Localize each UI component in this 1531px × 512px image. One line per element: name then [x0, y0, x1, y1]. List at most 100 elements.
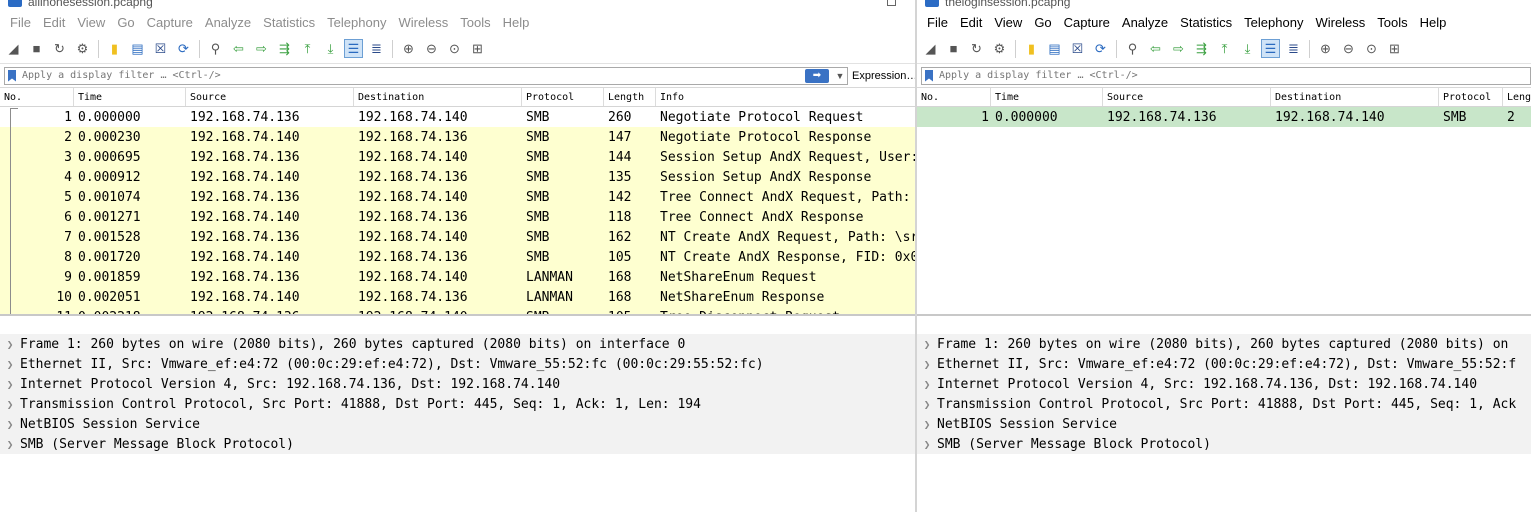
packet-row[interactable]: 2 0.000230 192.168.74.140 192.168.74.136 SMB… [0, 127, 916, 147]
restart-icon[interactable]: ↻ [967, 39, 986, 58]
menu-analyze[interactable]: Analyze [1116, 15, 1174, 30]
menu-view[interactable]: View [988, 15, 1028, 30]
packet-row[interactable]: 10 0.002051 192.168.74.140 192.168.74.136 LA… [0, 287, 916, 307]
save-file-icon[interactable]: ▤ [1045, 39, 1064, 58]
shark-fin-icon[interactable]: ◢ [921, 39, 940, 58]
detail-tree-item[interactable]: ❯ Transmission Control Protocol, Src Port… [0, 394, 916, 414]
options-gear-icon[interactable]: ⚙ [990, 39, 1009, 58]
menu-capture[interactable]: Capture [1058, 15, 1116, 30]
menu-help[interactable]: Help [497, 15, 536, 30]
zoom-in-icon[interactable]: ⊕ [1316, 39, 1335, 58]
menu-file[interactable]: File [921, 15, 954, 30]
reload-icon[interactable]: ⟳ [1091, 39, 1110, 58]
bookmark-icon[interactable] [925, 69, 933, 82]
normal-size-icon[interactable]: ⊙ [445, 39, 464, 58]
zoom-in-icon[interactable]: ⊕ [399, 39, 418, 58]
column-header[interactable]: Info [656, 88, 916, 106]
forward-icon[interactable]: ⇨ [252, 39, 271, 58]
go-to-packet-icon[interactable]: ⇶ [275, 39, 294, 58]
column-header[interactable]: Destination [1271, 88, 1439, 106]
column-header[interactable]: Destination [354, 88, 522, 106]
detail-tree-item[interactable]: ❯ SMB (Server Message Block Protocol) [917, 434, 1531, 454]
chevron-right-icon[interactable]: ❯ [917, 358, 937, 371]
detail-tree-item[interactable]: ❯ NetBIOS Session Service [0, 414, 916, 434]
stop-icon[interactable]: ■ [27, 39, 46, 58]
back-icon[interactable]: ⇦ [1146, 39, 1165, 58]
close-file-icon[interactable]: ☒ [151, 39, 170, 58]
packet-row[interactable]: 5 0.001074 192.168.74.136 192.168.74.140 SMB… [0, 187, 916, 207]
find-icon[interactable]: ⚲ [206, 39, 225, 58]
detail-tree-item[interactable]: ❯ Internet Protocol Version 4, Src: 192.1… [917, 374, 1531, 394]
zoom-out-icon[interactable]: ⊖ [422, 39, 441, 58]
menu-tools[interactable]: Tools [1371, 15, 1413, 30]
column-header[interactable]: Time [991, 88, 1103, 106]
open-file-icon[interactable]: ▮ [105, 39, 124, 58]
first-packet-icon[interactable]: ⤒ [298, 39, 317, 58]
chevron-right-icon[interactable]: ❯ [0, 378, 20, 391]
shark-fin-icon[interactable]: ◢ [4, 39, 23, 58]
menu-statistics[interactable]: Statistics [1174, 15, 1238, 30]
find-icon[interactable]: ⚲ [1123, 39, 1142, 58]
detail-tree-item[interactable]: ❯ Internet Protocol Version 4, Src: 192.1… [0, 374, 916, 394]
menu-go[interactable]: Go [1028, 15, 1057, 30]
back-icon[interactable]: ⇦ [229, 39, 248, 58]
menu-statistics[interactable]: Statistics [257, 15, 321, 30]
last-packet-icon[interactable]: ⤓ [1238, 39, 1257, 58]
menu-view[interactable]: View [71, 15, 111, 30]
packet-row[interactable]: 1 0.000000 192.168.74.136 192.168.74.140 SMB… [917, 107, 1531, 127]
detail-tree-item[interactable]: ❯ Transmission Control Protocol, Src Port… [917, 394, 1531, 414]
expression-button[interactable]: Expression… [848, 70, 916, 82]
chevron-right-icon[interactable]: ❯ [917, 418, 937, 431]
chevron-right-icon[interactable]: ❯ [0, 398, 20, 411]
detail-tree-item[interactable]: ❯ Frame 1: 260 bytes on wire (2080 bits),… [0, 334, 916, 354]
detail-tree-item[interactable]: ❯ Ethernet II, Src: Vmware_ef:e4:72 (00:0… [0, 354, 916, 374]
menu-telephony[interactable]: Telephony [321, 15, 392, 30]
menu-help[interactable]: Help [1414, 15, 1453, 30]
column-header[interactable]: Length [604, 88, 656, 106]
column-header[interactable]: Source [186, 88, 354, 106]
bookmark-icon[interactable] [8, 69, 16, 82]
stop-icon[interactable]: ■ [944, 39, 963, 58]
chevron-right-icon[interactable]: ❯ [0, 358, 20, 371]
menu-tools[interactable]: Tools [454, 15, 496, 30]
chevron-right-icon[interactable]: ❯ [0, 338, 20, 351]
close-file-icon[interactable]: ☒ [1068, 39, 1087, 58]
chevron-right-icon[interactable]: ❯ [0, 418, 20, 431]
filter-history-dropdown-icon[interactable]: ▼ [833, 71, 847, 81]
go-to-packet-icon[interactable]: ⇶ [1192, 39, 1211, 58]
normal-size-icon[interactable]: ⊙ [1362, 39, 1381, 58]
chevron-right-icon[interactable]: ❯ [917, 338, 937, 351]
packet-row[interactable]: 8 0.001720 192.168.74.140 192.168.74.136 SMB… [0, 247, 916, 267]
colorize-icon[interactable]: ≣ [1284, 39, 1303, 58]
resize-columns-icon[interactable]: ⊞ [468, 39, 487, 58]
column-header[interactable]: Protocol [1439, 88, 1503, 106]
display-filter-input[interactable] [939, 67, 1530, 84]
column-header[interactable]: Protocol [522, 88, 604, 106]
detail-tree-item[interactable]: ❯ Frame 1: 260 bytes on wire (2080 bits),… [917, 334, 1531, 354]
autoscroll-icon[interactable]: ☰ [1261, 39, 1280, 58]
menu-file[interactable]: File [4, 15, 37, 30]
menu-edit[interactable]: Edit [954, 15, 988, 30]
restart-icon[interactable]: ↻ [50, 39, 69, 58]
chevron-right-icon[interactable]: ❯ [917, 378, 937, 391]
last-packet-icon[interactable]: ⤓ [321, 39, 340, 58]
detail-tree-item[interactable]: ❯ Ethernet II, Src: Vmware_ef:e4:72 (00:0… [917, 354, 1531, 374]
detail-tree-item[interactable]: ❯ NetBIOS Session Service [917, 414, 1531, 434]
resize-columns-icon[interactable]: ⊞ [1385, 39, 1404, 58]
packet-row[interactable]: 7 0.001528 192.168.74.136 192.168.74.140 SMB… [0, 227, 916, 247]
forward-icon[interactable]: ⇨ [1169, 39, 1188, 58]
packet-row[interactable]: 6 0.001271 192.168.74.140 192.168.74.136 SMB… [0, 207, 916, 227]
menu-capture[interactable]: Capture [141, 15, 199, 30]
autoscroll-icon[interactable]: ☰ [344, 39, 363, 58]
reload-icon[interactable]: ⟳ [174, 39, 193, 58]
column-header[interactable]: Time [74, 88, 186, 106]
options-gear-icon[interactable]: ⚙ [73, 39, 92, 58]
column-header[interactable]: Source [1103, 88, 1271, 106]
open-file-icon[interactable]: ▮ [1022, 39, 1041, 58]
column-header[interactable]: Leng [1503, 88, 1531, 106]
column-header[interactable]: No. [917, 88, 991, 106]
save-file-icon[interactable]: ▤ [128, 39, 147, 58]
menu-wireless[interactable]: Wireless [392, 15, 454, 30]
apply-filter-arrow-icon[interactable]: ➡ [805, 68, 829, 83]
first-packet-icon[interactable]: ⤒ [1215, 39, 1234, 58]
